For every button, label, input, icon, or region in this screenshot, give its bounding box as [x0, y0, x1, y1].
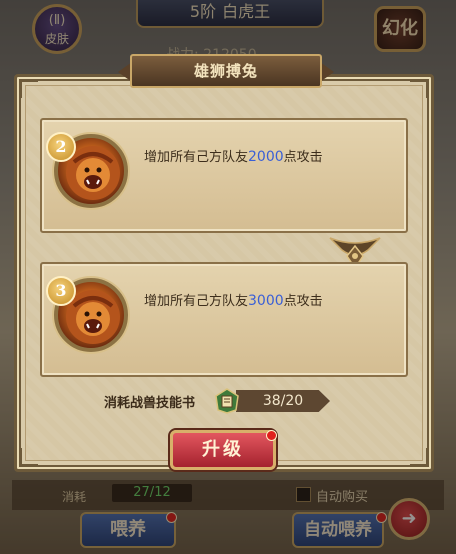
skill-desc-suffix: 点攻击 — [283, 150, 323, 165]
corner-ornament — [410, 79, 429, 98]
skill-value: 2000 — [248, 149, 284, 165]
skill-desc-prefix: 增加所有己方队友 — [144, 150, 249, 165]
consume-label: 消耗战兽技能书 — [104, 396, 196, 411]
skill-card-current: 2 增加所有己方队友2000点攻击 — [40, 118, 408, 233]
skill-description: 增加所有己方队友3000点攻击 — [144, 290, 323, 309]
consume-count: 38/20 — [236, 390, 330, 412]
skill-desc-prefix: 增加所有己方队友 — [144, 294, 249, 309]
skill-book-icon — [215, 388, 239, 414]
ribbon-tail-right — [320, 62, 334, 82]
skill-description: 增加所有己方队友2000点攻击 — [144, 146, 323, 165]
corner-ornament — [410, 448, 429, 467]
upgrade-button[interactable]: 升级 — [170, 430, 276, 470]
dialog-title: 雄狮搏兔 — [130, 54, 322, 88]
skill-desc-suffix: 点攻击 — [283, 294, 323, 309]
corner-ornament — [19, 79, 38, 98]
skill-card-next: 3 增加所有己方队友3000点攻击 — [40, 262, 408, 377]
corner-ornament — [19, 448, 38, 467]
upgrade-notify-dot — [266, 430, 277, 441]
skill-level-badge: 3 — [46, 276, 76, 306]
skill-level-badge: 2 — [46, 132, 76, 162]
skill-value: 3000 — [248, 293, 284, 309]
